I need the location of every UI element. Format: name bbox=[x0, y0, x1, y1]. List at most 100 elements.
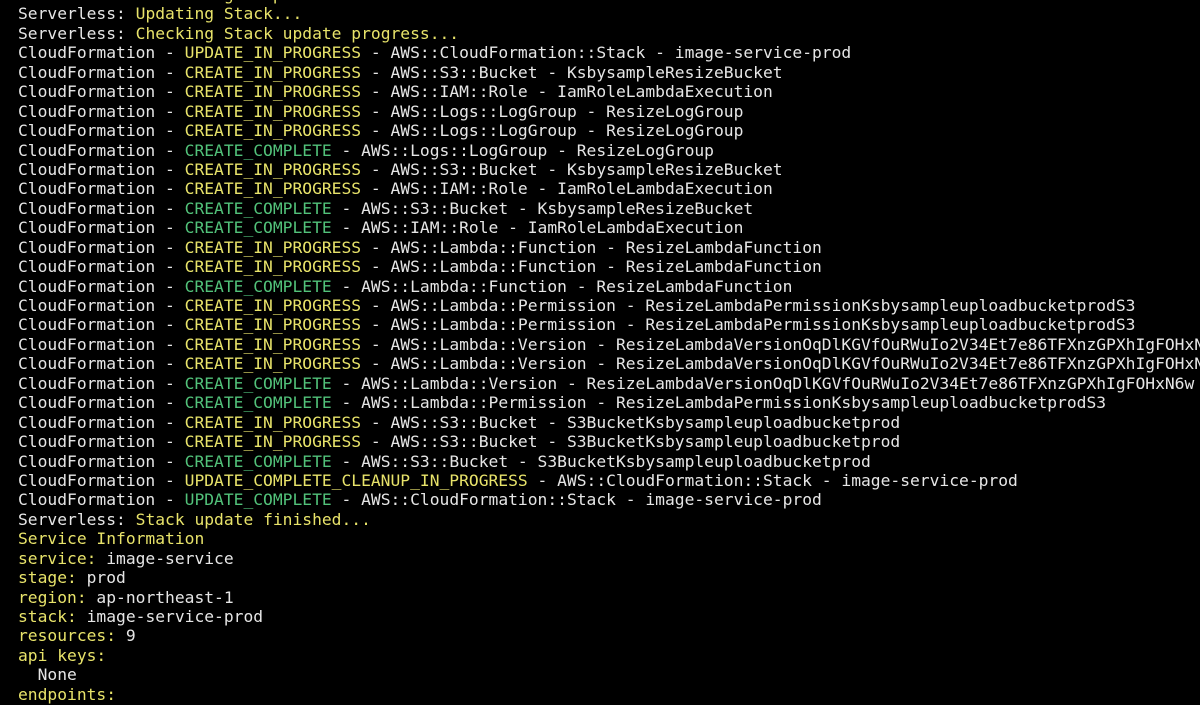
terminal-line: CloudFormation - CREATE_COMPLETE - AWS::… bbox=[18, 374, 1200, 393]
terminal-text-segment: CloudFormation - bbox=[18, 354, 185, 374]
terminal-line: CloudFormation - CREATE_IN_PROGRESS - AW… bbox=[18, 354, 1200, 373]
terminal-text-segment: UPDATE_IN_PROGRESS bbox=[184, 43, 362, 63]
terminal-text-segment: - AWS::Lambda::Permission - ResizeLambda… bbox=[361, 315, 1136, 335]
terminal-text-segment: - AWS::Lambda::Version - ResizeLambdaVer… bbox=[331, 373, 1195, 393]
terminal-line: CloudFormation - CREATE_IN_PROGRESS - AW… bbox=[18, 413, 1200, 432]
terminal-text-segment: None bbox=[18, 665, 77, 685]
terminal-text-segment: CloudFormation - bbox=[18, 490, 185, 510]
terminal-line: CloudFormation - CREATE_COMPLETE - AWS::… bbox=[18, 218, 1200, 237]
terminal-line: None bbox=[18, 665, 1200, 684]
terminal-text-segment: CREATE_COMPLETE bbox=[184, 373, 332, 393]
terminal-text-segment: 9 bbox=[116, 626, 136, 646]
terminal-text-segment: Checking Stack update progress... bbox=[135, 23, 460, 43]
terminal-line: CloudFormation - CREATE_IN_PROGRESS - AW… bbox=[18, 432, 1200, 451]
terminal-line: CloudFormation - CREATE_COMPLETE - AWS::… bbox=[18, 199, 1200, 218]
terminal-text-segment: - AWS::IAM::Role - IamRoleLambdaExecutio… bbox=[361, 82, 773, 102]
terminal-text-segment: CloudFormation - bbox=[18, 62, 185, 82]
terminal-text-segment: Service Information bbox=[18, 529, 205, 549]
terminal-text-segment: CREATE_COMPLETE bbox=[184, 276, 332, 296]
terminal-text-segment: CloudFormation - bbox=[18, 296, 185, 315]
terminal-text-segment: CREATE_IN_PROGRESS bbox=[184, 82, 362, 102]
terminal-text-segment: CloudFormation - bbox=[18, 451, 185, 471]
terminal-text-segment: CREATE_IN_PROGRESS bbox=[184, 62, 362, 82]
terminal-line: Service Information bbox=[18, 529, 1200, 548]
terminal-text-segment: CloudFormation - bbox=[18, 82, 185, 102]
terminal-line: stack: image-service-prod bbox=[18, 607, 1200, 626]
terminal-line: CloudFormation - CREATE_IN_PROGRESS - AW… bbox=[18, 257, 1200, 276]
terminal-line: Serverless: Updating Stack... bbox=[18, 4, 1200, 23]
terminal-text-segment: resources: bbox=[18, 626, 117, 646]
terminal-text-segment: - AWS::Lambda::Function - ResizeLambdaFu… bbox=[361, 237, 822, 257]
terminal-text-segment: Serverless: bbox=[18, 4, 136, 24]
terminal-text-segment: - AWS::IAM::Role - IamRoleLambdaExecutio… bbox=[361, 179, 773, 199]
terminal-text-segment: - AWS::S3::Bucket - KsbysampleResizeBuck… bbox=[361, 62, 783, 82]
terminal-text-segment: endpoints: bbox=[18, 684, 117, 704]
terminal-line: stage: prod bbox=[18, 568, 1200, 587]
terminal-line: endpoints: bbox=[18, 685, 1200, 704]
terminal-text-segment: CloudFormation - bbox=[18, 159, 185, 179]
terminal-text-segment: CREATE_IN_PROGRESS bbox=[184, 101, 362, 121]
terminal-text-segment: api keys: bbox=[18, 645, 107, 665]
terminal-text-segment: Validating template... bbox=[136, 0, 352, 4]
terminal-line: CloudFormation - CREATE_COMPLETE - AWS::… bbox=[18, 393, 1200, 412]
terminal-text-segment: - AWS::S3::Bucket - S3BucketKsbysampleup… bbox=[361, 412, 901, 432]
terminal-text-segment: - AWS::Logs::LogGroup - ResizeLogGroup bbox=[331, 140, 714, 160]
terminal-text-segment: - AWS::CloudFormation::Stack - image-ser… bbox=[361, 43, 852, 63]
terminal-text-segment: - AWS::IAM::Role - IamRoleLambdaExecutio… bbox=[331, 218, 744, 238]
terminal-text-segment: - AWS::Logs::LogGroup - ResizeLogGroup bbox=[361, 101, 744, 121]
terminal-text-segment: CloudFormation - bbox=[18, 121, 185, 141]
terminal-text-segment: CloudFormation - bbox=[18, 101, 185, 121]
terminal-text-segment: - AWS::Lambda::Function - ResizeLambdaFu… bbox=[361, 257, 822, 277]
terminal-text-segment: CloudFormation - bbox=[18, 373, 185, 393]
terminal-text-segment: stage: bbox=[18, 568, 77, 588]
terminal-text-segment: CloudFormation - bbox=[18, 393, 185, 413]
terminal-text-segment: UPDATE_COMPLETE bbox=[184, 490, 332, 510]
terminal-line: CloudFormation - UPDATE_COMPLETE - AWS::… bbox=[18, 490, 1200, 509]
terminal-line: CloudFormation - CREATE_COMPLETE - AWS::… bbox=[18, 452, 1200, 471]
terminal-text-segment: CloudFormation - bbox=[18, 315, 185, 335]
terminal-text-segment: CREATE_COMPLETE bbox=[184, 140, 332, 160]
terminal-text-segment: prod bbox=[76, 568, 126, 588]
terminal-line: CloudFormation - CREATE_IN_PROGRESS - AW… bbox=[18, 102, 1200, 121]
terminal-text-segment: - AWS::S3::Bucket - S3BucketKsbysampleup… bbox=[331, 451, 871, 471]
terminal-text-segment: CloudFormation - bbox=[18, 334, 185, 354]
terminal-text-segment: image-service bbox=[96, 548, 234, 568]
terminal-line: CloudFormation - CREATE_IN_PROGRESS - AW… bbox=[18, 63, 1200, 82]
terminal-text-segment: - AWS::Lambda::Permission - ResizeLambda… bbox=[361, 296, 1136, 315]
terminal-line: CloudFormation - CREATE_IN_PROGRESS - AW… bbox=[18, 179, 1200, 198]
terminal-line: CloudFormation - UPDATE_IN_PROGRESS - AW… bbox=[18, 43, 1200, 62]
terminal-text-segment: - AWS::Lambda::Function - ResizeLambdaFu… bbox=[331, 276, 793, 296]
terminal-text-segment: Serverless: bbox=[18, 0, 136, 4]
terminal-line: resources: 9 bbox=[18, 626, 1200, 645]
terminal-text-segment: CREATE_IN_PROGRESS bbox=[184, 354, 362, 374]
terminal-text-segment: CloudFormation - bbox=[18, 140, 185, 160]
terminal-text-segment: CloudFormation - bbox=[18, 218, 185, 238]
terminal-text-segment: CloudFormation - bbox=[18, 179, 185, 199]
terminal-text-segment: - AWS::Lambda::Version - ResizeLambdaVer… bbox=[361, 354, 1200, 374]
terminal-text-segment: - AWS::Lambda::Permission - ResizeLambda… bbox=[331, 393, 1107, 413]
terminal-line: CloudFormation - CREATE_IN_PROGRESS - AW… bbox=[18, 160, 1200, 179]
terminal-text-segment: Serverless: bbox=[18, 23, 136, 43]
terminal-line: api keys: bbox=[18, 646, 1200, 665]
terminal-text-segment: service: bbox=[18, 548, 97, 568]
terminal-line: CloudFormation - CREATE_IN_PROGRESS - AW… bbox=[18, 82, 1200, 101]
terminal-text-segment: CREATE_IN_PROGRESS bbox=[184, 315, 362, 335]
terminal-text-segment: CREATE_IN_PROGRESS bbox=[184, 179, 362, 199]
terminal-text-segment: - AWS::Logs::LogGroup - ResizeLogGroup bbox=[361, 121, 744, 141]
terminal-text-segment: CloudFormation - bbox=[18, 237, 185, 257]
terminal-text-segment: CloudFormation - bbox=[18, 43, 185, 63]
terminal-text-segment: - AWS::S3::Bucket - KsbysampleResizeBuck… bbox=[331, 198, 754, 218]
terminal-line: CloudFormation - CREATE_COMPLETE - AWS::… bbox=[18, 277, 1200, 296]
terminal-text-segment: CREATE_IN_PROGRESS bbox=[184, 432, 362, 452]
terminal-line: CloudFormation - CREATE_IN_PROGRESS - AW… bbox=[18, 335, 1200, 354]
terminal-text-segment: CREATE_COMPLETE bbox=[184, 218, 332, 238]
terminal-line: CloudFormation - CREATE_IN_PROGRESS - AW… bbox=[18, 121, 1200, 140]
terminal-text-segment: CloudFormation - bbox=[18, 412, 185, 432]
terminal-line: CloudFormation - CREATE_IN_PROGRESS - AW… bbox=[18, 238, 1200, 257]
terminal-line: CloudFormation - CREATE_IN_PROGRESS - AW… bbox=[18, 315, 1200, 334]
terminal-text-segment: - AWS::S3::Bucket - S3BucketKsbysampleup… bbox=[361, 432, 901, 452]
terminal-line: Serverless: Checking Stack update progre… bbox=[18, 24, 1200, 43]
terminal-text-segment: CREATE_IN_PROGRESS bbox=[184, 159, 362, 179]
terminal-text-segment: - AWS::CloudFormation::Stack - image-ser… bbox=[527, 470, 1018, 490]
terminal-line: Serverless: Stack update finished... bbox=[18, 510, 1200, 529]
